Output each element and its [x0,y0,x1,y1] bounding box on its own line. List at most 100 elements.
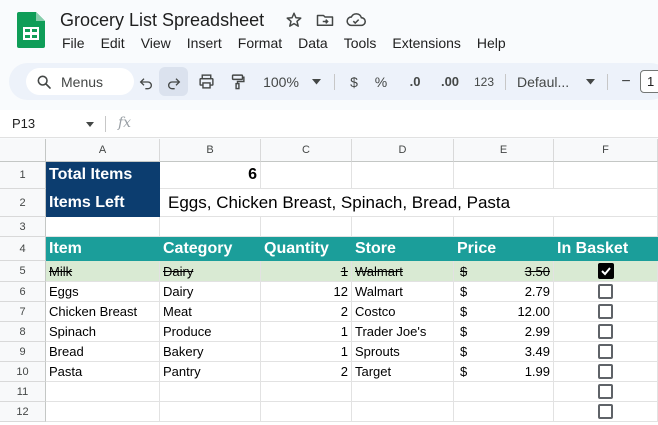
row-header-6[interactable]: 6 [0,282,46,302]
column-header-a[interactable]: A [46,139,160,162]
cell-e11[interactable] [454,382,554,402]
undo-button[interactable] [133,63,159,100]
table-row-category[interactable]: Bakery [160,342,261,362]
total-items-value[interactable]: 6 [160,162,261,189]
name-box[interactable]: P13 [12,116,35,131]
checkbox-empty-icon[interactable] [598,384,613,399]
table-row-store[interactable]: Target [352,362,454,382]
cell-e12[interactable] [454,402,554,422]
row-header-8[interactable]: 8 [0,322,46,342]
cell-b3[interactable] [160,217,261,237]
cell-d3[interactable] [352,217,454,237]
table-row-category[interactable]: Dairy [160,282,261,302]
table-row-store[interactable]: Sprouts [352,342,454,362]
table-row-quantity[interactable]: 12 [261,282,352,302]
menu-extensions[interactable]: Extensions [384,35,468,51]
zoom-dropdown-arrow[interactable] [309,63,323,100]
cell-c1[interactable] [261,162,352,189]
table-row-price[interactable]: $ 3.49 [454,342,554,362]
column-header-f[interactable]: F [554,139,658,162]
name-box-dropdown-icon[interactable] [86,122,94,127]
cell-b12[interactable] [160,402,261,422]
cell-a12[interactable] [46,402,160,422]
cell-d1[interactable] [352,162,454,189]
header-category[interactable]: Category [160,237,261,261]
table-row-checkbox-cell[interactable] [554,261,658,282]
decrease-decimal-button[interactable]: .0 [404,63,426,100]
cell-a3[interactable] [46,217,160,237]
row-header-11[interactable]: 11 [0,382,46,402]
checkbox-empty-icon[interactable] [598,284,613,299]
select-all-corner[interactable] [0,139,46,162]
print-button[interactable] [193,63,219,100]
table-row-item[interactable]: Chicken Breast [46,302,160,322]
checkbox-empty-icon[interactable] [598,344,613,359]
menu-edit[interactable]: Edit [93,35,133,51]
items-left-value[interactable]: Eggs, Chicken Breast, Spinach, Bread, Pa… [160,189,658,217]
table-row-store[interactable]: Costco [352,302,454,322]
zoom-select[interactable]: 100% [259,63,303,100]
cell-d12[interactable] [352,402,454,422]
table-row-checkbox-cell[interactable] [554,302,658,322]
table-row-store[interactable]: Trader Joe's [352,322,454,342]
cloud-saved-icon[interactable] [345,9,367,31]
checkbox-empty-icon[interactable] [598,404,613,419]
menu-view[interactable]: View [133,35,179,51]
table-row-price[interactable]: $ 3.50 [454,261,554,282]
table-row-quantity[interactable]: 2 [261,362,352,382]
header-item[interactable]: Item [46,237,160,261]
table-row-checkbox-cell[interactable] [554,402,658,422]
header-quantity[interactable]: Quantity [261,237,352,261]
menu-tools[interactable]: Tools [336,35,385,51]
cell-c12[interactable] [261,402,352,422]
header-in-basket[interactable]: In Basket [554,237,658,261]
decrease-font-size-button[interactable]: − [616,63,636,100]
checkbox-empty-icon[interactable] [598,364,613,379]
table-row-item[interactable]: Milk [46,261,160,282]
table-row-category[interactable]: Dairy [160,261,261,282]
row-header-12[interactable]: 12 [0,402,46,422]
cell-c11[interactable] [261,382,352,402]
cell-d11[interactable] [352,382,454,402]
checkbox-checked-icon[interactable] [597,263,614,279]
number-format-button[interactable]: 123 [471,63,497,100]
sheet-grid[interactable]: A B C D E F 1 2 3 4 5 6 7 8 9 10 11 12 T… [0,139,658,425]
row-header-7[interactable]: 7 [0,302,46,322]
row-header-9[interactable]: 9 [0,342,46,362]
font-size-input[interactable]: 1 [640,70,658,93]
row-header-5[interactable]: 5 [0,261,46,282]
increase-decimal-button[interactable]: .00 [436,63,464,100]
table-row-price[interactable]: $ 12.00 [454,302,554,322]
table-row-price[interactable]: $ 2.79 [454,282,554,302]
cell-c3[interactable] [261,217,352,237]
cell-f1[interactable] [554,162,658,189]
column-header-e[interactable]: E [454,139,554,162]
row-header-4[interactable]: 4 [0,237,46,261]
table-row-checkbox-cell[interactable] [554,282,658,302]
table-row-category[interactable]: Pantry [160,362,261,382]
column-header-d[interactable]: D [352,139,454,162]
table-row-quantity[interactable]: 1 [261,342,352,362]
sheets-logo-icon[interactable] [17,12,45,48]
row-header-1[interactable]: 1 [0,162,46,189]
checkbox-empty-icon[interactable] [598,324,613,339]
table-row-item[interactable]: Bread [46,342,160,362]
menu-insert[interactable]: Insert [179,35,230,51]
currency-format-button[interactable]: $ [344,63,364,100]
font-select[interactable]: Defaul... [513,63,583,100]
menu-file[interactable]: File [54,35,93,51]
table-row-checkbox-cell[interactable] [554,382,658,402]
table-row-category[interactable]: Produce [160,322,261,342]
menu-help[interactable]: Help [469,35,514,51]
star-icon[interactable] [283,9,305,31]
items-left-label[interactable]: Items Left [46,189,160,217]
table-row-checkbox-cell[interactable] [554,362,658,382]
header-price[interactable]: Price [454,237,554,261]
cell-f3[interactable] [554,217,658,237]
table-row-quantity[interactable]: 1 [261,322,352,342]
document-title[interactable]: Grocery List Spreadsheet [60,10,264,31]
table-row-checkbox-cell[interactable] [554,342,658,362]
cell-e3[interactable] [454,217,554,237]
column-header-b[interactable]: B [160,139,261,162]
total-items-label[interactable]: Total Items [46,162,160,189]
